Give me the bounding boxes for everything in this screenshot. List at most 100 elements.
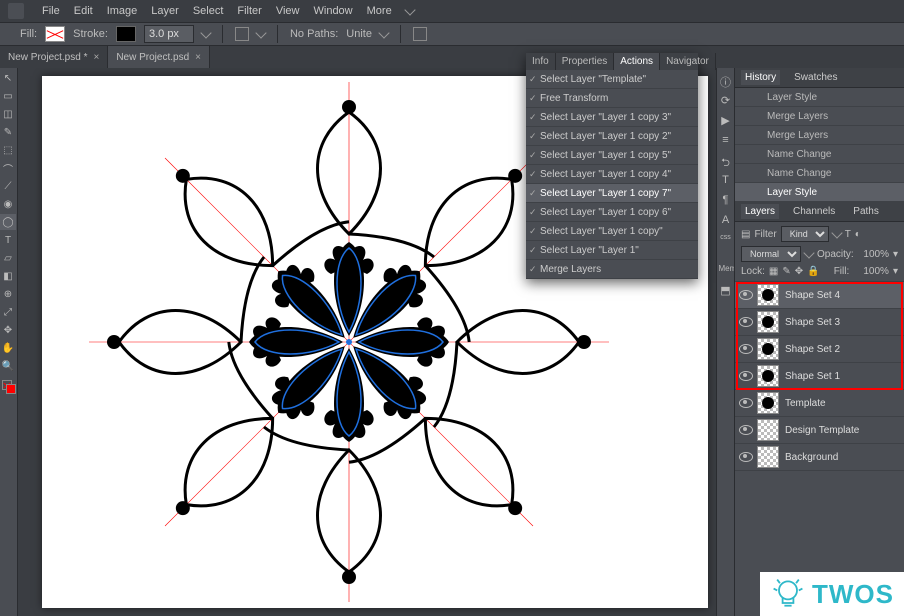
action-item[interactable]: Select Layer "Layer 1" [526, 241, 698, 260]
action-item[interactable]: Select Layer "Layer 1 copy 3" [526, 108, 698, 127]
action-item[interactable]: Select Layer "Layer 1 copy 6" [526, 203, 698, 222]
menu-image[interactable]: Image [107, 5, 138, 17]
layer-thumbnail[interactable] [757, 311, 779, 333]
clone-tool[interactable]: ⊕ [0, 286, 16, 302]
menu-filter[interactable]: Filter [237, 5, 261, 17]
opacity-value[interactable]: 100% [863, 249, 889, 260]
crop-tool[interactable]: ◫ [0, 106, 16, 122]
layer-thumbnail[interactable] [757, 284, 779, 306]
chevron-down-icon[interactable] [831, 227, 842, 238]
menu-view[interactable]: View [276, 5, 300, 17]
visibility-toggle[interactable] [739, 423, 753, 437]
character-icon[interactable]: A [719, 214, 733, 228]
layer-row[interactable]: Design Template [735, 417, 904, 444]
gradient-tool[interactable]: ◧ [0, 268, 16, 284]
document-tab[interactable]: New Project.psd * × [0, 46, 108, 68]
filter-icon[interactable]: ▤ [741, 229, 750, 240]
text-tool[interactable]: T [0, 232, 16, 248]
action-item[interactable]: Select Layer "Layer 1 copy" [526, 222, 698, 241]
action-item[interactable]: Select Layer "Layer 1 copy 2" [526, 127, 698, 146]
close-icon[interactable]: × [195, 52, 201, 63]
zoom-tool[interactable]: 🔍 [0, 358, 16, 374]
action-item[interactable]: Select Layer "Layer 1 copy 5" [526, 146, 698, 165]
lock-all-icon[interactable]: 🔒 [807, 266, 819, 277]
stroke-style-chevron-icon[interactable] [255, 27, 266, 38]
navigator-tab[interactable]: Navigator [660, 53, 716, 70]
actions-panel[interactable]: Info Properties Actions Navigator Select… [526, 53, 698, 279]
hand-tool[interactable]: ✥ [0, 322, 16, 338]
menu-select[interactable]: Select [193, 5, 224, 17]
play-icon[interactable]: ▶ [719, 114, 733, 128]
background-color[interactable] [6, 384, 16, 394]
menu-more[interactable]: More [367, 5, 392, 17]
move-tool[interactable]: ↖ [0, 70, 16, 86]
menu-window[interactable]: Window [314, 5, 353, 17]
properties-tab[interactable]: Properties [556, 53, 615, 70]
stroke-style-icon[interactable] [235, 27, 249, 41]
layer-row[interactable]: Shape Set 3 [735, 309, 904, 336]
action-item[interactable]: Merge Layers [526, 260, 698, 279]
wand-tool[interactable]: ⌒ [0, 160, 16, 176]
undo-icon[interactable]: ⮌ [719, 154, 733, 168]
layer-row[interactable]: Shape Set 1 [735, 363, 904, 390]
swatch-icon[interactable]: ⬒ [719, 284, 733, 298]
visibility-toggle[interactable] [739, 342, 753, 356]
action-item[interactable]: Free Transform [526, 89, 698, 108]
boolean-chevron-icon[interactable] [378, 27, 389, 38]
stroke-width-chevron-icon[interactable] [200, 27, 211, 38]
adjustment-filter-icon[interactable]: ◐ [855, 229, 861, 240]
stroke-swatch[interactable] [116, 26, 136, 42]
layer-row[interactable]: Template [735, 390, 904, 417]
layer-thumbnail[interactable] [757, 419, 779, 441]
shape-tool[interactable]: ◯ [0, 214, 16, 230]
menu-edit[interactable]: Edit [74, 5, 93, 17]
menu-layer[interactable]: Layer [151, 5, 179, 17]
actions-tab[interactable]: Actions [614, 53, 660, 70]
action-item[interactable]: Select Layer "Layer 1 copy 7" [526, 184, 698, 203]
perspective-tool[interactable]: ▱ [0, 250, 16, 266]
kind-select[interactable]: Kind [781, 226, 829, 242]
visibility-toggle[interactable] [739, 288, 753, 302]
lock-trans-icon[interactable]: ▦ [769, 266, 778, 277]
css-icon[interactable]: css [719, 234, 733, 248]
chevron-down-icon[interactable]: ▾ [893, 266, 898, 277]
history-item[interactable]: Layer Style [735, 183, 904, 202]
pen-tool[interactable]: ⟋ [0, 178, 16, 194]
boolean-mode-select[interactable]: Unite [346, 28, 372, 40]
layer-row[interactable]: Shape Set 4 [735, 282, 904, 309]
swatches-tab[interactable]: Swatches [790, 70, 841, 85]
close-icon[interactable]: × [93, 52, 99, 63]
layer-thumbnail[interactable] [757, 365, 779, 387]
transform-tool[interactable]: ⤢ [0, 304, 16, 320]
channels-tab[interactable]: Channels [789, 204, 839, 219]
layer-fill-value[interactable]: 100% [863, 266, 889, 277]
action-item[interactable]: Select Layer "Template" [526, 70, 698, 89]
stroke-width-input[interactable] [144, 25, 194, 43]
chevron-down-icon[interactable] [803, 247, 814, 258]
history-item[interactable]: Name Change [735, 164, 904, 183]
visibility-toggle[interactable] [739, 396, 753, 410]
marquee-tool[interactable]: ▭ [0, 88, 16, 104]
eyedropper-tool[interactable]: ◉ [0, 196, 16, 212]
history-item[interactable]: Merge Layers [735, 107, 904, 126]
pan-tool[interactable]: ✋ [0, 340, 16, 356]
lasso-tool[interactable]: ⬚ [0, 142, 16, 158]
action-item[interactable]: Select Layer "Layer 1 copy 4" [526, 165, 698, 184]
text-big-icon[interactable]: T [719, 174, 733, 188]
fill-swatch[interactable] [45, 26, 65, 42]
layer-thumbnail[interactable] [757, 446, 779, 468]
type-filter-icon[interactable]: T [845, 229, 851, 240]
layer-row[interactable]: Shape Set 2 [735, 336, 904, 363]
align-icon[interactable] [413, 27, 427, 41]
color-swatches[interactable] [2, 380, 16, 394]
menu-file[interactable]: File [42, 5, 60, 17]
menu-icon[interactable]: ≡ [719, 134, 733, 148]
lock-pos-icon[interactable]: ✥ [795, 266, 803, 277]
blend-mode-select[interactable]: Normal [741, 246, 801, 262]
layer-row[interactable]: Background [735, 444, 904, 471]
history-tab[interactable]: History [741, 70, 780, 85]
history-item[interactable]: Layer Style [735, 88, 904, 107]
history-item[interactable]: Merge Layers [735, 126, 904, 145]
layer-thumbnail[interactable] [757, 392, 779, 414]
visibility-toggle[interactable] [739, 315, 753, 329]
